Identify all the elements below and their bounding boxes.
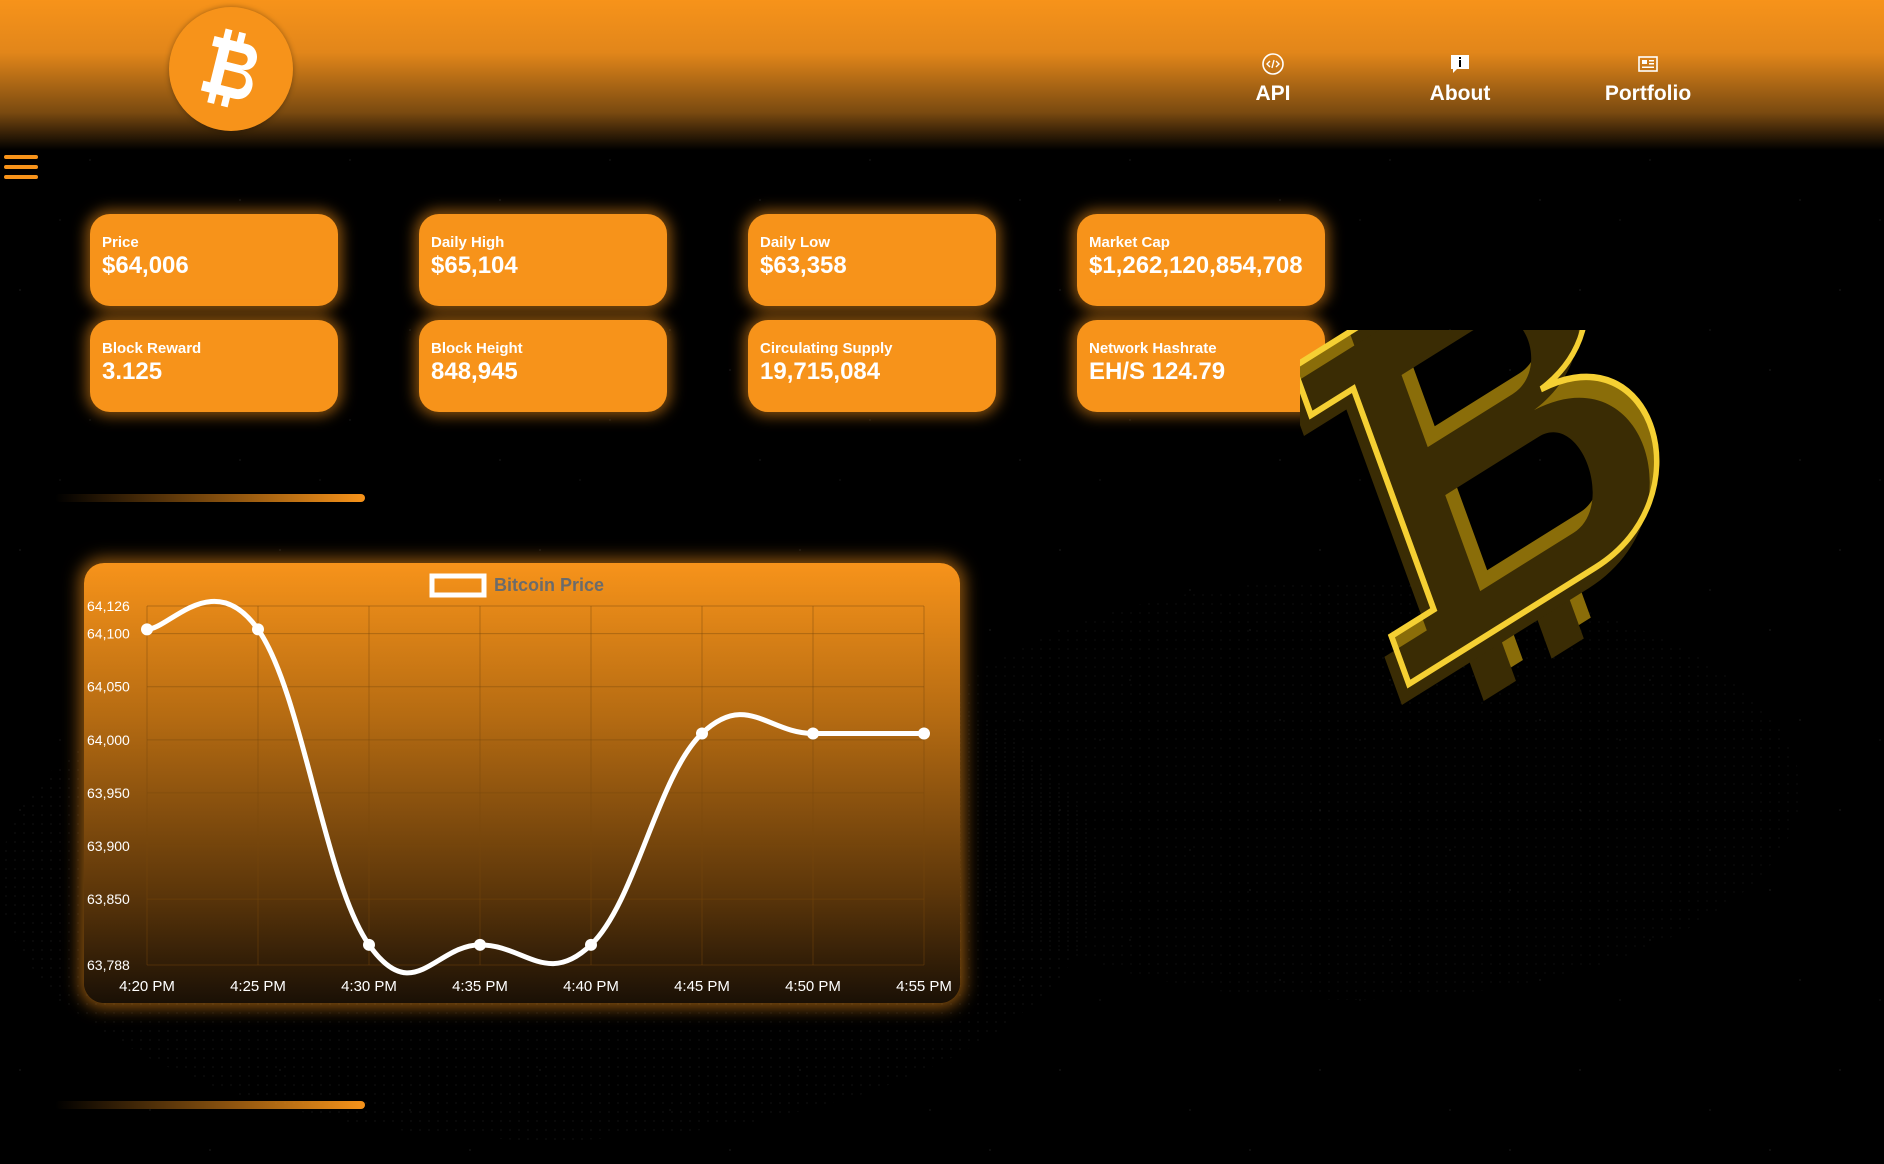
data-point[interactable] [585,938,597,951]
y-tick-label: 64,000 [87,732,130,748]
nav-portfolio-label: Portfolio [1604,82,1692,105]
stat-value: 3.125 [102,358,163,385]
y-tick-label: 64,050 [87,679,130,695]
page-root: API About Portfolio Price $64,006 Daily … [0,0,1884,1164]
stat-label: Price [102,234,139,251]
x-tick-label: 4:35 PM [452,978,508,995]
stat-card-market-cap: Market Cap $1,262,120,854,708 [1077,214,1325,306]
stat-value: 848,945 [431,358,518,385]
stat-card-network-hashrate: Network Hashrate EH/S 124.79 [1077,320,1325,412]
code-icon [1262,53,1284,75]
nav-api-label: API [1255,82,1291,105]
data-point[interactable] [918,727,930,740]
stat-value: $64,006 [102,252,189,279]
x-tick-label: 4:50 PM [785,978,841,995]
stat-value: EH/S 124.79 [1089,358,1226,385]
stat-label: Block Reward [102,340,202,357]
stat-card-circulating-supply: Circulating Supply 19,715,084 [748,320,996,412]
y-tick-label: 64,100 [87,626,130,642]
x-tick-label: 4:45 PM [674,978,730,995]
data-point[interactable] [474,938,486,951]
stat-label: Daily Low [760,234,831,251]
data-point[interactable] [252,623,264,636]
stat-card-block-reward: Block Reward 3.125 [90,320,338,412]
data-point[interactable] [363,938,375,951]
3d-bitcoin-symbol-icon [1300,330,1660,705]
y-tick-label: 63,950 [87,785,130,801]
price-chart[interactable]: Bitcoin Price 64,126 64,100 64,050 64,000 63… [84,563,960,1003]
stat-value: $63,358 [760,252,847,279]
stat-label: Daily High [431,234,505,251]
data-point[interactable] [696,727,708,740]
data-point[interactable] [807,727,819,740]
x-tick-label: 4:25 PM [230,978,286,995]
y-tick-label: 63,788 [87,957,130,973]
nav-portfolio[interactable]: Portfolio [1578,52,1718,106]
stat-label: Market Cap [1089,234,1170,251]
nav-api[interactable]: API [1203,52,1343,106]
data-point[interactable] [141,623,153,636]
legend-swatch[interactable] [429,573,487,598]
y-tick-label: 63,850 [87,891,130,907]
stat-card-block-height: Block Height 848,945 [419,320,667,412]
stat-value: 19,715,084 [760,358,881,385]
hamburger-menu-icon[interactable] [4,155,38,185]
stat-card-daily-low: Daily Low $63,358 [748,214,996,306]
bitcoin-logo-icon[interactable] [169,7,293,131]
x-tick-label: 4:30 PM [341,978,397,995]
top-header: API About Portfolio [0,0,1884,150]
legend-label[interactable]: Bitcoin Price [494,575,604,595]
section-divider [55,494,365,502]
y-tick-label: 64,126 [87,598,130,614]
price-chart-panel: Bitcoin Price 64,126 64,100 64,050 64,000 63… [84,563,960,1003]
x-tick-label: 4:40 PM [563,978,619,995]
section-divider [55,1101,365,1109]
info-icon [1451,55,1469,73]
x-tick-label: 4:55 PM [896,978,952,995]
nav-about-label: About [1429,82,1491,105]
stat-value: $1,262,120,854,708 [1089,252,1303,279]
x-tick-label: 4:20 PM [119,978,175,995]
stat-card-daily-high: Daily High $65,104 [419,214,667,306]
stat-value: $65,104 [431,252,518,279]
newspaper-icon [1638,56,1658,72]
y-tick-label: 63,900 [87,838,130,854]
stat-label: Circulating Supply [760,340,893,357]
nav-about[interactable]: About [1390,52,1530,106]
stat-label: Network Hashrate [1089,340,1217,357]
stat-card-price: Price $64,006 [90,214,338,306]
stat-label: Block Height [431,340,523,357]
price-line [146,598,924,976]
